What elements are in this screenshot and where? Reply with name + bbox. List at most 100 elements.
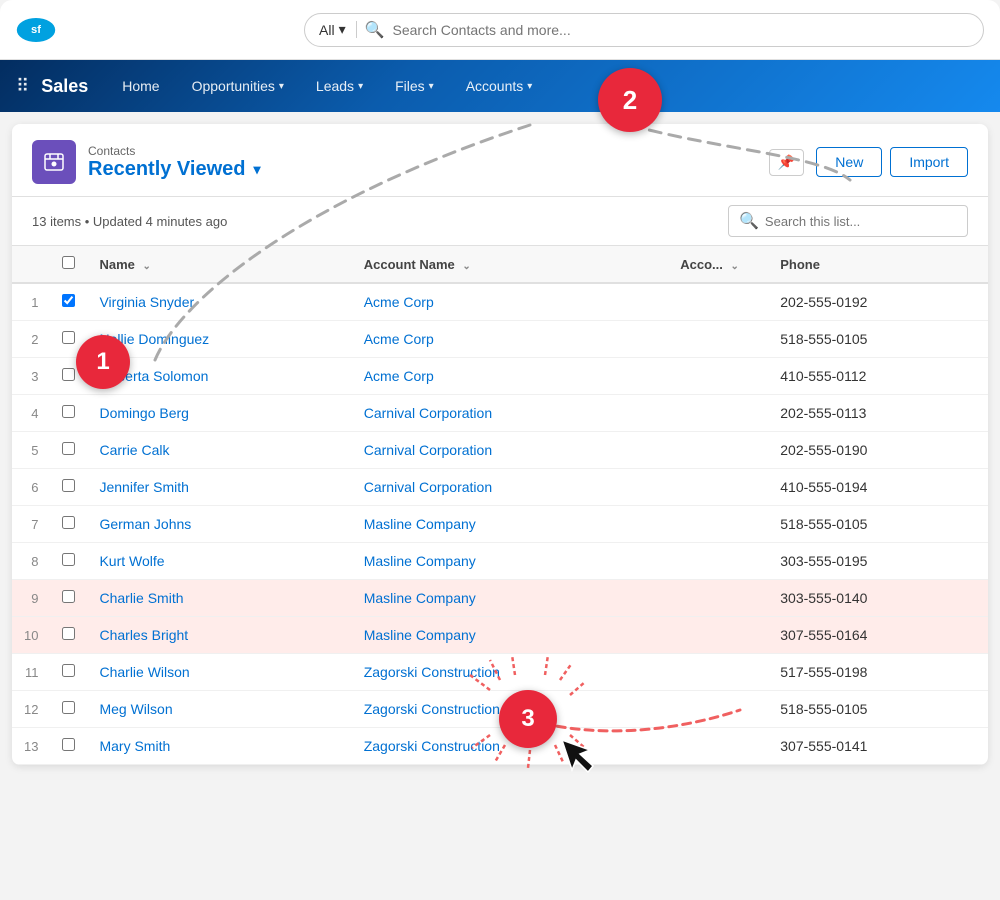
chevron-down-icon: ▾ <box>527 81 532 92</box>
row-checkbox[interactable] <box>62 590 75 603</box>
row-checkbox[interactable] <box>62 664 75 677</box>
account-name-cell: Masline Company <box>352 617 669 654</box>
items-info: 13 items • Updated 4 minutes ago <box>32 214 227 229</box>
contact-name-cell: Domingo Berg <box>87 395 351 432</box>
contact-name-link[interactable]: Charlie Smith <box>99 590 183 606</box>
row-checkbox[interactable] <box>62 368 75 381</box>
row-checkbox[interactable] <box>62 627 75 640</box>
nav-home-label: Home <box>122 78 159 94</box>
account-name-cell: Masline Company <box>352 580 669 617</box>
row-checkbox[interactable] <box>62 294 75 307</box>
main-content: Contacts Recently Viewed ▾ 📌 New Import … <box>12 124 988 765</box>
contact-name-link[interactable]: Kurt Wolfe <box>99 553 164 569</box>
phone-cell: 518-555-0105 <box>768 691 988 728</box>
row-checkbox-cell <box>50 580 87 617</box>
th-phone-label: Phone <box>780 257 820 272</box>
account-name-link[interactable]: Masline Company <box>364 553 476 569</box>
row-checkbox[interactable] <box>62 442 75 455</box>
row-checkbox[interactable] <box>62 479 75 492</box>
row-number: 4 <box>12 395 50 432</box>
nav-leads[interactable]: Leads ▾ <box>302 70 377 102</box>
row-checkbox[interactable] <box>62 405 75 418</box>
list-search[interactable]: 🔍 <box>728 205 968 237</box>
row-checkbox[interactable] <box>62 553 75 566</box>
account-name-cell: Zagorski Construction <box>352 728 669 765</box>
nav-files[interactable]: Files ▾ <box>381 70 448 102</box>
nav-home[interactable]: Home <box>108 70 173 102</box>
contact-name-link[interactable]: Domingo Berg <box>99 405 189 421</box>
contact-name-link[interactable]: Virginia Snyder <box>99 294 194 310</box>
nav-files-label: Files <box>395 78 425 94</box>
account-name-link[interactable]: Masline Company <box>364 590 476 606</box>
row-number: 12 <box>12 691 50 728</box>
search-icon: 🔍 <box>365 20 385 40</box>
nav-opportunities[interactable]: Opportunities ▾ <box>178 70 298 102</box>
account-name-cell: Masline Company <box>352 506 669 543</box>
grid-icon[interactable]: ⠿ <box>16 76 29 97</box>
phone-cell: 410-555-0112 <box>768 358 988 395</box>
contact-name-cell: Nellie Dominguez <box>87 321 351 358</box>
contacts-section-label: Contacts <box>88 144 757 158</box>
row-number: 2 <box>12 321 50 358</box>
select-all-checkbox[interactable] <box>62 256 75 269</box>
contact-name-link[interactable]: Jennifer Smith <box>99 479 188 495</box>
th-name[interactable]: Name ⌄ <box>87 246 351 284</box>
contact-name-link[interactable]: Meg Wilson <box>99 701 172 717</box>
row-checkbox[interactable] <box>62 701 75 714</box>
row-checkbox[interactable] <box>62 331 75 344</box>
account-name-link[interactable]: Masline Company <box>364 516 476 532</box>
sub-header: 13 items • Updated 4 minutes ago 🔍 <box>12 197 988 245</box>
phone-cell: 202-555-0190 <box>768 432 988 469</box>
contact-name-link[interactable]: Charlie Wilson <box>99 664 189 680</box>
account-name-link[interactable]: Carnival Corporation <box>364 442 492 458</box>
contact-name-link[interactable]: Nellie Dominguez <box>99 331 209 347</box>
header-actions: New Import <box>816 147 968 177</box>
th-acco[interactable]: Acco... ⌄ <box>668 246 768 284</box>
contacts-view-selector[interactable]: Recently Viewed ▾ <box>88 158 757 181</box>
table-row: 2 Nellie Dominguez Acme Corp 518-555-010… <box>12 321 988 358</box>
phone-cell: 517-555-0198 <box>768 654 988 691</box>
row-number: 5 <box>12 432 50 469</box>
contact-name-cell: German Johns <box>87 506 351 543</box>
account-name-link[interactable]: Acme Corp <box>364 368 434 384</box>
row-checkbox-cell <box>50 358 87 395</box>
row-checkbox-cell <box>50 691 87 728</box>
contact-name-link[interactable]: Charles Bright <box>99 627 188 643</box>
account-name-link[interactable]: Masline Company <box>364 627 476 643</box>
th-account-name[interactable]: Account Name ⌄ <box>352 246 669 284</box>
account-name-link[interactable]: Acme Corp <box>364 294 434 310</box>
contact-name-link[interactable]: Roberta Solomon <box>99 368 208 384</box>
account-name-link[interactable]: Carnival Corporation <box>364 479 492 495</box>
row-number: 8 <box>12 543 50 580</box>
search-filter[interactable]: All ▾ <box>319 21 357 38</box>
pin-button[interactable]: 📌 <box>769 149 804 176</box>
account-name-cell: Carnival Corporation <box>352 395 669 432</box>
contact-name-cell: Kurt Wolfe <box>87 543 351 580</box>
acco-cell <box>668 469 768 506</box>
account-name-link[interactable]: Zagorski Construction <box>364 664 500 680</box>
nav-accounts-label: Accounts <box>466 78 524 94</box>
account-name-link[interactable]: Carnival Corporation <box>364 405 492 421</box>
contact-name-link[interactable]: Mary Smith <box>99 738 170 754</box>
phone-cell: 518-555-0105 <box>768 321 988 358</box>
contact-name-link[interactable]: German Johns <box>99 516 191 532</box>
contact-name-cell: Meg Wilson <box>87 691 351 728</box>
acco-cell <box>668 654 768 691</box>
list-search-input[interactable] <box>765 214 957 229</box>
account-name-link[interactable]: Acme Corp <box>364 331 434 347</box>
nav-accounts[interactable]: Accounts ▾ <box>452 70 547 102</box>
row-checkbox[interactable] <box>62 516 75 529</box>
new-button[interactable]: New <box>816 147 882 177</box>
search-input[interactable] <box>393 22 969 38</box>
row-checkbox-cell <box>50 395 87 432</box>
account-name-link[interactable]: Zagorski Construction <box>364 738 500 754</box>
acco-cell <box>668 691 768 728</box>
contact-name-link[interactable]: Carrie Calk <box>99 442 169 458</box>
row-number: 10 <box>12 617 50 654</box>
salesforce-logo[interactable]: sf <box>16 10 56 50</box>
account-name-link[interactable]: Zagorski Construction <box>364 701 500 717</box>
phone-cell: 303-555-0195 <box>768 543 988 580</box>
search-bar[interactable]: All ▾ 🔍 <box>304 13 984 47</box>
row-checkbox[interactable] <box>62 738 75 751</box>
import-button[interactable]: Import <box>890 147 968 177</box>
